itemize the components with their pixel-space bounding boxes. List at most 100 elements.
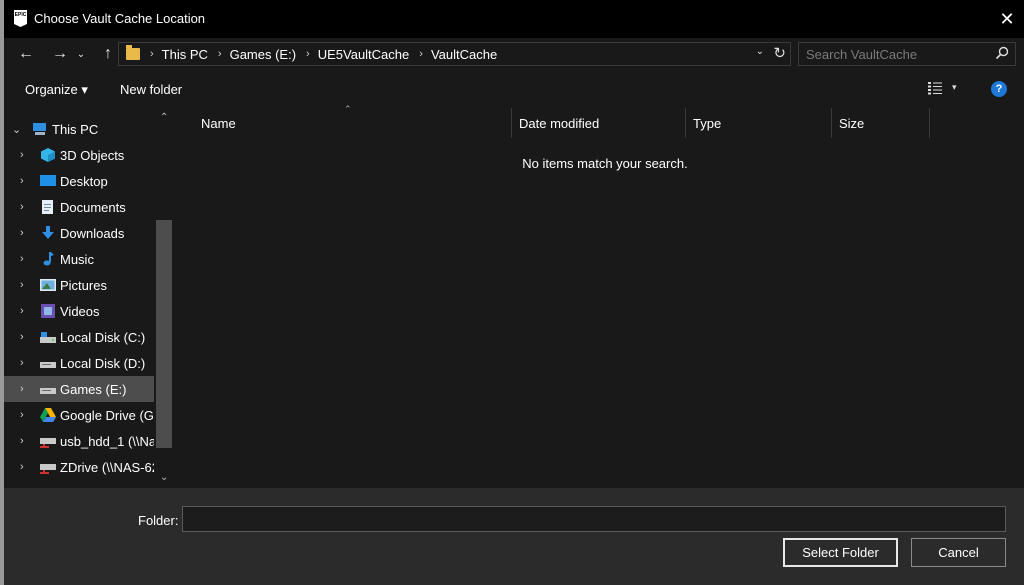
dialog-footer: Folder: Select Folder Cancel bbox=[4, 488, 1024, 585]
sidebar-item-label: Pictures bbox=[60, 277, 107, 293]
sidebar-item-usb-hdd[interactable]: › usb_hdd_1 (\\Na bbox=[4, 428, 154, 454]
sidebar-item-label: usb_hdd_1 (\\Na bbox=[60, 433, 154, 449]
search-input[interactable] bbox=[799, 43, 985, 65]
new-folder-button[interactable]: New folder bbox=[120, 82, 182, 97]
help-icon[interactable]: ? bbox=[991, 81, 1007, 97]
sidebar-item-3d-objects[interactable]: › 3D Objects bbox=[4, 142, 154, 168]
desktop-icon bbox=[40, 175, 56, 186]
select-folder-button[interactable]: Select Folder bbox=[783, 538, 898, 567]
navigation-pane: ⌄ This PC › 3D Objects › Desktop › Docum… bbox=[4, 108, 176, 488]
folder-icon bbox=[126, 45, 140, 60]
chevron-right-icon[interactable]: › bbox=[20, 461, 24, 473]
chevron-right-icon[interactable]: › bbox=[306, 48, 310, 60]
chevron-right-icon[interactable]: › bbox=[20, 201, 24, 213]
address-dropdown-icon[interactable]: ⌄ bbox=[756, 46, 764, 57]
column-header-size[interactable]: Size bbox=[832, 108, 930, 138]
forward-button[interactable]: → bbox=[48, 42, 72, 66]
title-bar[interactable]: EPIC Choose Vault Cache Location ✕ bbox=[4, 0, 1024, 38]
system-drive-icon bbox=[40, 332, 56, 343]
empty-list-message: No items match your search. bbox=[522, 156, 688, 171]
scroll-down-icon[interactable]: ⌄ bbox=[160, 472, 168, 483]
drive-icon bbox=[40, 362, 56, 368]
address-bar[interactable]: › This PC › Games (E:) › UE5VaultCache ›… bbox=[118, 42, 791, 66]
chevron-right-icon[interactable]: › bbox=[20, 331, 24, 343]
breadcrumb-this-pc[interactable]: This PC bbox=[162, 47, 208, 62]
scroll-up-icon[interactable]: ⌃ bbox=[160, 112, 168, 123]
sidebar-item-local-disk-d[interactable]: › Local Disk (D:) bbox=[4, 350, 154, 376]
chevron-right-icon[interactable]: › bbox=[20, 435, 24, 447]
sidebar-item-pictures[interactable]: › Pictures bbox=[4, 272, 154, 298]
chevron-right-icon[interactable]: › bbox=[20, 305, 24, 317]
video-icon bbox=[41, 304, 55, 318]
document-icon bbox=[42, 200, 53, 214]
sidebar-item-label: Documents bbox=[60, 199, 126, 215]
network-drive-icon bbox=[40, 438, 56, 448]
sidebar-item-this-pc[interactable]: ⌄ This PC bbox=[4, 116, 154, 142]
sidebar-item-label: ZDrive (\\NAS-62 bbox=[60, 459, 154, 475]
music-icon bbox=[43, 252, 54, 266]
chevron-right-icon[interactable]: › bbox=[20, 357, 24, 369]
command-bar: Organize ▾ New folder ▾ ? bbox=[4, 70, 1024, 108]
sidebar-item-label: Downloads bbox=[60, 225, 125, 241]
cancel-button[interactable]: Cancel bbox=[911, 538, 1006, 567]
sidebar-item-label: 3D Objects bbox=[60, 147, 125, 163]
sidebar-item-music[interactable]: › Music bbox=[4, 246, 154, 272]
chevron-down-icon[interactable]: ⌄ bbox=[12, 123, 21, 136]
breadcrumb-games-drive[interactable]: Games (E:) bbox=[230, 47, 296, 62]
cube-icon bbox=[41, 148, 55, 162]
search-icon[interactable] bbox=[995, 46, 1009, 60]
sidebar-item-videos[interactable]: › Videos bbox=[4, 298, 154, 324]
up-button[interactable]: ↑ bbox=[96, 42, 120, 66]
recent-locations-button[interactable]: ⌄ bbox=[74, 42, 88, 66]
download-icon bbox=[42, 226, 54, 239]
folder-name-input[interactable] bbox=[182, 506, 1006, 532]
drive-icon bbox=[40, 388, 56, 394]
view-options-icon[interactable] bbox=[928, 82, 942, 95]
refresh-icon[interactable]: ↻ bbox=[773, 44, 786, 62]
sidebar-item-label: Music bbox=[60, 251, 94, 267]
chevron-right-icon[interactable]: › bbox=[20, 279, 24, 291]
close-button[interactable]: ✕ bbox=[990, 0, 1024, 38]
sidebar-item-desktop[interactable]: › Desktop bbox=[4, 168, 154, 194]
chevron-right-icon[interactable]: › bbox=[20, 383, 24, 395]
google-drive-icon bbox=[40, 408, 56, 422]
file-list[interactable]: ⌃ Name Date modified Type Size No items … bbox=[176, 104, 1024, 488]
column-header-date-modified[interactable]: Date modified bbox=[512, 108, 686, 138]
pc-icon bbox=[33, 123, 46, 135]
chevron-right-icon[interactable]: › bbox=[20, 409, 24, 421]
chevron-right-icon[interactable]: › bbox=[150, 48, 154, 60]
view-dropdown-icon[interactable]: ▾ bbox=[952, 82, 957, 93]
breadcrumb-ue5vaultcache[interactable]: UE5VaultCache bbox=[318, 47, 410, 62]
scrollbar-thumb[interactable] bbox=[156, 220, 172, 448]
sidebar-item-label: Videos bbox=[60, 303, 100, 319]
chevron-right-icon[interactable]: › bbox=[20, 227, 24, 239]
search-box[interactable] bbox=[798, 42, 1016, 66]
chevron-right-icon[interactable]: › bbox=[20, 253, 24, 265]
column-header-name[interactable]: Name bbox=[194, 108, 512, 138]
chevron-right-icon[interactable]: › bbox=[20, 175, 24, 187]
sidebar-item-documents[interactable]: › Documents bbox=[4, 194, 154, 220]
breadcrumb-vaultcache[interactable]: VaultCache bbox=[431, 47, 497, 62]
sidebar-item-zdrive[interactable]: › ZDrive (\\NAS-62 bbox=[4, 454, 154, 480]
organize-menu-button[interactable]: Organize ▾ bbox=[25, 82, 88, 98]
sidebar-item-games-e[interactable]: › Games (E:) bbox=[4, 376, 154, 402]
chevron-right-icon[interactable]: › bbox=[20, 149, 24, 161]
picture-icon bbox=[40, 279, 56, 291]
navigation-pane-scrollbar[interactable]: ⌃ ⌄ bbox=[154, 108, 176, 488]
column-header-type[interactable]: Type bbox=[686, 108, 832, 138]
sidebar-item-label: Local Disk (C:) bbox=[60, 329, 146, 345]
sidebar-item-local-disk-c[interactable]: › Local Disk (C:) bbox=[4, 324, 154, 350]
chevron-right-icon[interactable]: › bbox=[419, 48, 423, 60]
sidebar-item-label: Local Disk (D:) bbox=[60, 355, 146, 371]
sidebar-item-downloads[interactable]: › Downloads bbox=[4, 220, 154, 246]
network-drive-icon bbox=[40, 464, 56, 474]
navigation-bar: ← → ⌄ ↑ › This PC › Games (E:) › UE5Vaul… bbox=[4, 38, 1024, 70]
sidebar-item-label: Games (E:) bbox=[60, 381, 127, 397]
sidebar-item-google-drive[interactable]: › Google Drive (G: bbox=[4, 402, 154, 428]
chevron-right-icon[interactable]: › bbox=[218, 48, 222, 60]
choose-folder-dialog: EPIC Choose Vault Cache Location ✕ ← → ⌄… bbox=[4, 0, 1024, 585]
back-button[interactable]: ← bbox=[14, 42, 38, 66]
epic-games-logo-icon: EPIC bbox=[14, 10, 27, 27]
folder-label: Folder: bbox=[138, 513, 179, 528]
sidebar-item-label: This PC bbox=[52, 121, 99, 137]
